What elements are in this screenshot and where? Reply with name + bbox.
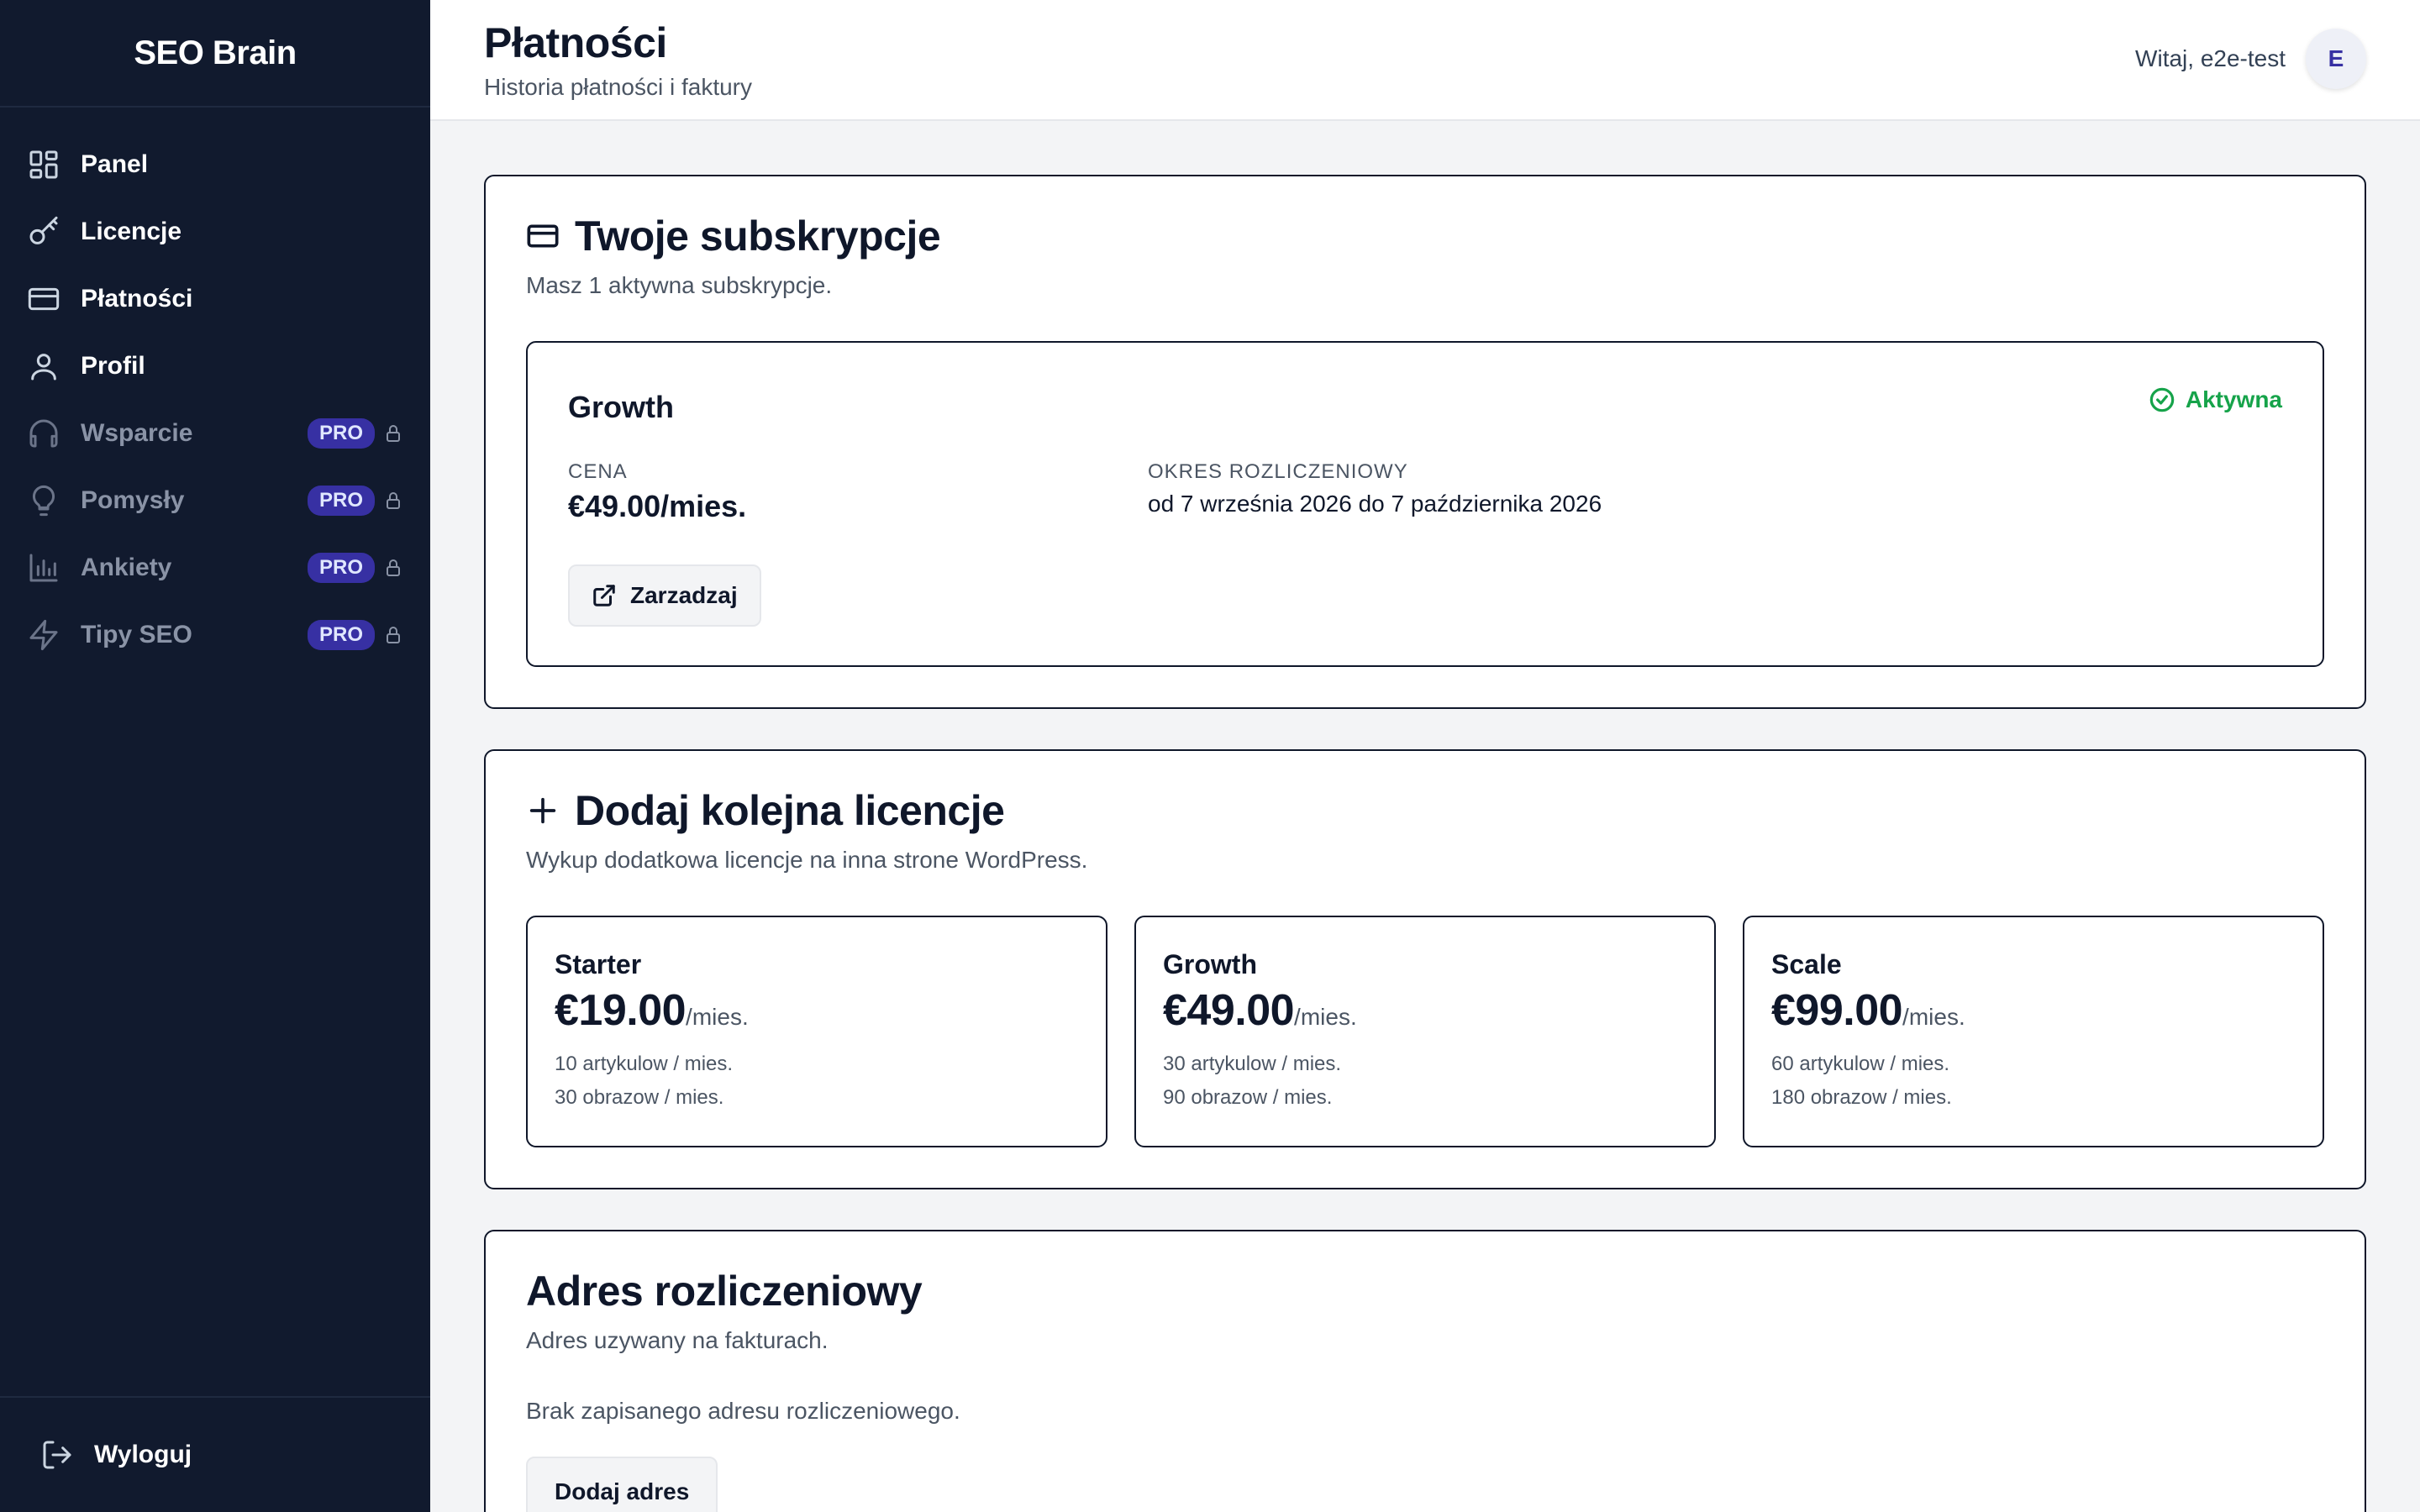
add-license-title: Dodaj kolejna licencje — [526, 786, 2324, 835]
plan-name: Growth — [1163, 949, 1257, 979]
avatar[interactable]: E — [2306, 29, 2366, 89]
status-label: Aktywna — [2185, 386, 2282, 412]
plan-feature-images: 180 obrazow / mies. — [1771, 1086, 1952, 1109]
pro-badge: PRO — [307, 620, 375, 650]
plan-price: €99.00/mies. — [1771, 985, 2296, 1036]
plan-price-amount: €49.00 — [1163, 986, 1295, 1035]
lock-icon — [383, 491, 403, 511]
subscriptions-card: Twoje subskrypcje Masz 1 aktywna subskry… — [484, 175, 2366, 709]
subscription-item: Growth Aktywna Cena €49.00/mies. Okres r… — [526, 341, 2324, 667]
user-greeting: Witaj, e2e-test — [2135, 45, 2286, 71]
plan-card-scale[interactable]: Scale €99.00/mies. 60 artykulow / mies. … — [1743, 916, 2324, 1147]
period-block: Okres rozliczeniowy od 7 września 2026 d… — [1148, 460, 1602, 517]
page-subtitle: Historia płatności i faktury — [484, 74, 753, 100]
sidebar-item-ankiety[interactable]: Ankiety PRO — [0, 534, 430, 601]
plan-feature-images: 90 obrazow / mies. — [1163, 1086, 1333, 1109]
grid-icon — [27, 148, 60, 181]
plan-name: Scale — [1771, 949, 1842, 979]
plan-price-amount: €19.00 — [555, 986, 687, 1035]
billing-address-title: Adres rozliczeniowy — [526, 1268, 923, 1315]
sidebar-item-panel[interactable]: Panel — [0, 131, 430, 198]
external-link-icon — [593, 585, 615, 606]
plan-features: 60 artykulow / mies. 180 obrazow / mies. — [1771, 1047, 2296, 1115]
page-title: Płatności — [484, 19, 667, 66]
sidebar: SEO Brain Panel Licencje Płatności Profi… — [0, 0, 430, 1512]
plan-price-period: /mies. — [1294, 1004, 1357, 1030]
zap-icon — [27, 618, 60, 652]
price-value: €49.00/mies. — [568, 489, 747, 523]
sidebar-item-label: Wsparcie — [81, 419, 193, 447]
lock-icon — [383, 625, 403, 645]
plan-price: €19.00/mies. — [555, 985, 1079, 1036]
lightbulb-icon — [27, 484, 60, 517]
plan-price: €49.00/mies. — [1163, 985, 1687, 1036]
subscription-plan-name: Growth — [568, 390, 674, 424]
subscriptions-title-text: Twoje subskrypcje — [575, 213, 941, 260]
plan-price-period: /mies. — [686, 1004, 749, 1030]
user-icon — [27, 349, 60, 383]
billing-address-card: Adres rozliczeniowy Adres uzywany na fak… — [484, 1230, 2366, 1512]
sidebar-item-label: Licencje — [81, 218, 182, 245]
add-address-button[interactable]: Dodaj adres — [526, 1457, 718, 1512]
lock-icon — [383, 558, 403, 578]
sidebar-item-label: Profil — [81, 352, 145, 380]
sidebar-item-label: Tipy SEO — [81, 621, 192, 648]
add-license-title-text: Dodaj kolejna licencje — [575, 787, 1005, 834]
key-icon — [27, 215, 60, 249]
pro-badge: PRO — [307, 553, 375, 583]
sidebar-item-wsparcie[interactable]: Wsparcie PRO — [0, 400, 430, 467]
plan-name: Starter — [555, 949, 642, 979]
sidebar-item-pomysly[interactable]: Pomysły PRO — [0, 467, 430, 534]
logout-label: Wyloguj — [94, 1441, 192, 1468]
status-badge: Aktywna — [2149, 386, 2282, 413]
plan-feature-articles: 30 artykulow / mies. — [1163, 1053, 1342, 1075]
plan-feature-articles: 60 artykulow / mies. — [1771, 1053, 1950, 1075]
billing-address-empty: Brak zapisanego adresu rozliczeniowego. — [526, 1398, 960, 1424]
logout-button[interactable]: Wyloguj — [0, 1396, 430, 1512]
user-menu[interactable]: Witaj, e2e-test E — [2135, 29, 2366, 89]
add-license-description: Wykup dodatkowa licencje na inna strone … — [526, 847, 1088, 873]
period-value: od 7 września 2026 do 7 października 202… — [1148, 491, 1602, 517]
manage-label: Zarzadzaj — [630, 582, 738, 608]
plan-features: 30 artykulow / mies. 90 obrazow / mies. — [1163, 1047, 1687, 1115]
plan-card-growth[interactable]: Growth €49.00/mies. 30 artykulow / mies.… — [1134, 916, 1716, 1147]
subscriptions-description: Masz 1 aktywna subskrypcje. — [526, 272, 833, 298]
page-header: Płatności Historia płatności i faktury W… — [430, 0, 2420, 121]
sidebar-item-tipy-seo[interactable]: Tipy SEO PRO — [0, 601, 430, 669]
sidebar-item-label: Ankiety — [81, 554, 172, 581]
sidebar-item-label: Płatności — [81, 285, 193, 312]
subscriptions-title: Twoje subskrypcje — [526, 212, 2324, 260]
period-label: Okres rozliczeniowy — [1148, 460, 1408, 483]
logout-icon — [43, 1441, 71, 1469]
plan-card-starter[interactable]: Starter €19.00/mies. 10 artykulow / mies… — [526, 916, 1107, 1147]
manage-button[interactable]: Zarzadzaj — [568, 564, 761, 627]
plus-icon — [529, 797, 556, 824]
sidebar-item-licencje[interactable]: Licencje — [0, 198, 430, 265]
credit-card-icon — [27, 282, 60, 316]
pro-badge: PRO — [307, 418, 375, 449]
headphones-icon — [27, 417, 60, 450]
billing-address-description: Adres uzywany na fakturach. — [526, 1327, 829, 1353]
lock-icon — [383, 423, 403, 444]
price-block: Cena €49.00/mies. — [568, 460, 746, 524]
credit-card-icon — [527, 224, 559, 248]
plan-feature-articles: 10 artykulow / mies. — [555, 1053, 734, 1075]
add-license-card: Dodaj kolejna licencje Wykup dodatkowa l… — [484, 749, 2366, 1189]
sidebar-nav: Panel Licencje Płatności Profil Wsparcie — [0, 108, 430, 669]
check-circle-icon — [2149, 387, 2175, 412]
plan-feature-images: 30 obrazow / mies. — [555, 1086, 724, 1109]
sidebar-item-label: Panel — [81, 150, 149, 178]
price-label: Cena — [568, 460, 628, 483]
sidebar-item-platnosci[interactable]: Płatności — [0, 265, 430, 333]
brand-logo[interactable]: SEO Brain — [0, 0, 430, 108]
plan-price-amount: €99.00 — [1771, 986, 1903, 1035]
plan-price-period: /mies. — [1902, 1004, 1965, 1030]
sidebar-item-profil[interactable]: Profil — [0, 333, 430, 400]
plan-features: 10 artykulow / mies. 30 obrazow / mies. — [555, 1047, 1079, 1115]
pro-badge: PRO — [307, 486, 375, 516]
sidebar-item-label: Pomysły — [81, 486, 185, 514]
bar-chart-icon — [27, 551, 60, 585]
